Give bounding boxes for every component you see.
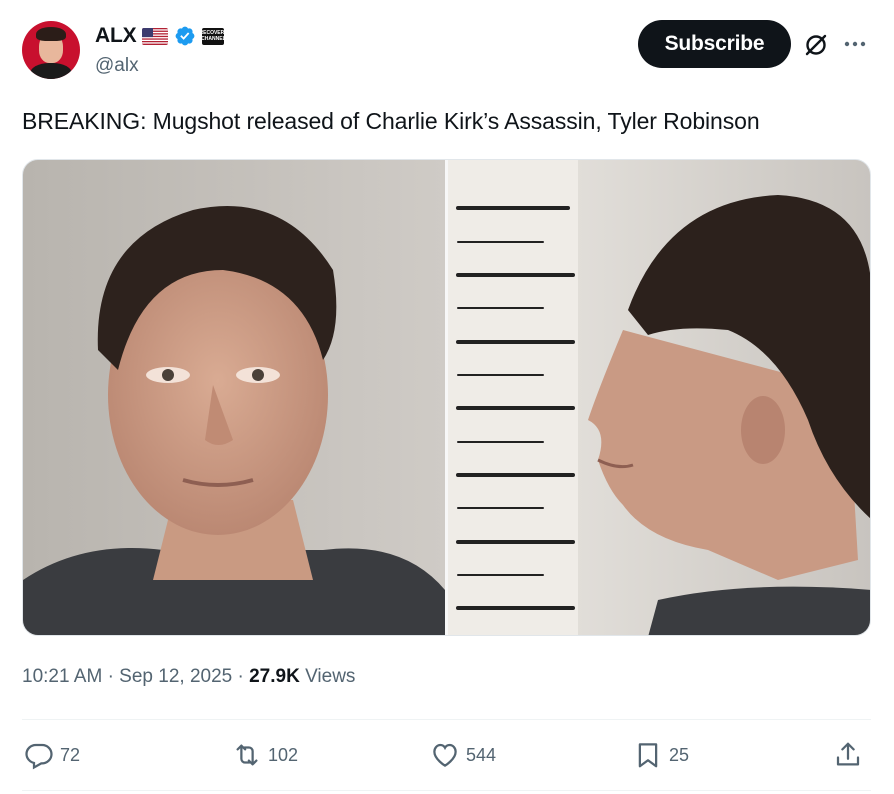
meta-separator: · xyxy=(107,666,114,687)
author-name-row: ALX RECOVERY CHANNEL xyxy=(95,23,227,49)
views-label: Views xyxy=(305,666,356,687)
tweet-meta: 10:21 AM · Sep 12, 2025 · 27.9K Views xyxy=(22,666,355,688)
tweet-text: BREAKING: Mugshot released of Charlie Ki… xyxy=(22,108,760,134)
more-icon[interactable] xyxy=(840,31,870,57)
meta-separator: · xyxy=(237,666,244,687)
divider xyxy=(22,719,871,720)
author-name[interactable]: ALX xyxy=(95,24,137,48)
avatar-shirt xyxy=(30,63,72,79)
us-flag-icon xyxy=(142,27,169,45)
repost-count: 102 xyxy=(268,744,299,765)
mugshot-front-image[interactable] xyxy=(23,160,445,636)
like-button[interactable]: 544 xyxy=(430,740,496,770)
subscribe-button[interactable]: Subscribe xyxy=(638,20,791,68)
tweet-media[interactable] xyxy=(22,159,871,636)
organization-badge-icon[interactable]: RECOVERY CHANNEL xyxy=(200,27,227,45)
avatar-hair xyxy=(36,27,66,41)
share-icon xyxy=(836,742,860,766)
author-handle[interactable]: @alx xyxy=(95,55,139,77)
bookmark-count: 25 xyxy=(669,744,690,765)
organization-badge-text: RECOVERY CHANNEL xyxy=(199,30,228,42)
heart-icon xyxy=(433,743,457,767)
views-count: 27.9K xyxy=(249,666,300,687)
bookmark-button[interactable]: 25 xyxy=(633,740,689,770)
repost-icon xyxy=(236,744,258,766)
share-button[interactable] xyxy=(833,740,863,770)
tweet-time[interactable]: 10:21 AM xyxy=(22,666,102,687)
repost-button[interactable]: 102 xyxy=(232,740,298,770)
author-avatar[interactable] xyxy=(22,21,80,79)
like-count: 544 xyxy=(466,744,497,765)
reply-count: 72 xyxy=(60,744,81,765)
bottom-divider xyxy=(22,790,871,791)
bookmark-icon xyxy=(638,743,658,768)
reply-icon xyxy=(25,743,53,770)
grok-icon[interactable] xyxy=(802,31,830,59)
reply-button[interactable]: 72 xyxy=(24,740,80,770)
tweet-date[interactable]: Sep 12, 2025 xyxy=(119,666,232,687)
mugshot-profile-image[interactable] xyxy=(448,160,871,636)
verified-icon[interactable] xyxy=(174,25,196,47)
